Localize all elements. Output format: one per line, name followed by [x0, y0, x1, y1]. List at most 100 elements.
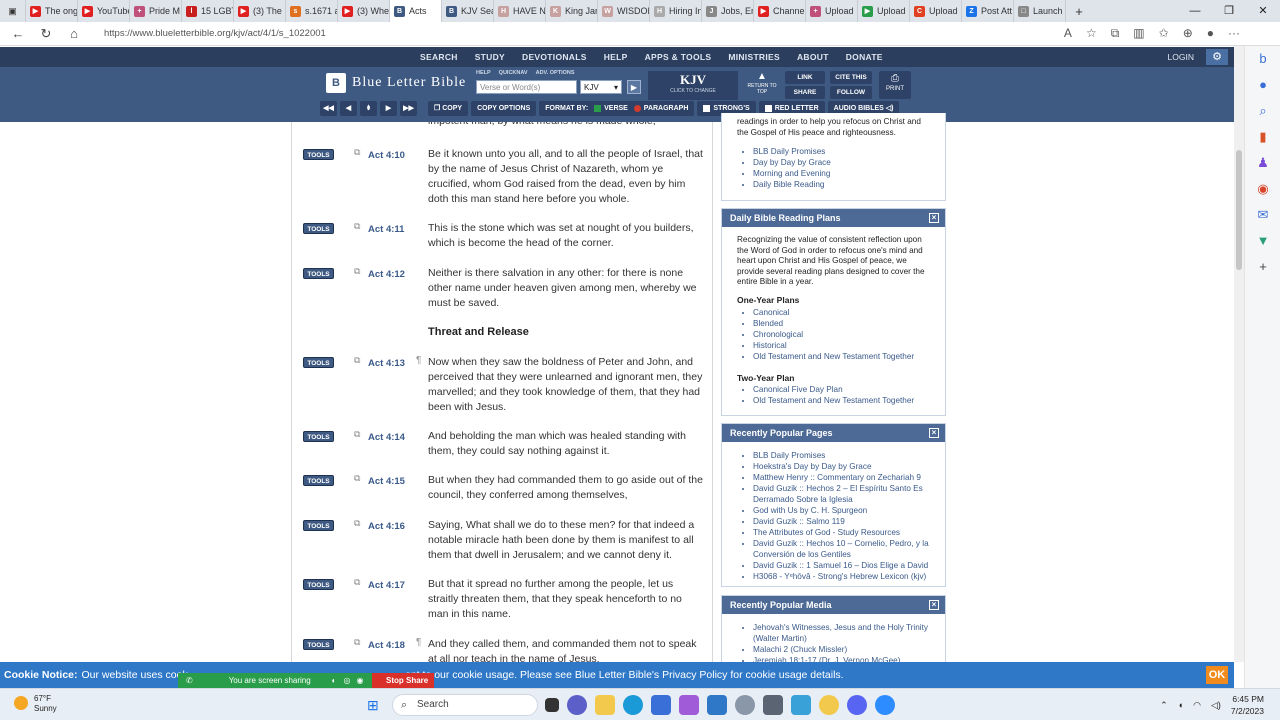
browser-tab[interactable]: ▶ Upload — [858, 0, 910, 22]
more-menu-icon[interactable]: ··· — [1228, 26, 1240, 41]
sidebar-link[interactable]: Malachi 2 (Chuck Missler) — [753, 645, 930, 656]
copy-options-button[interactable]: COPY OPTIONS — [471, 101, 537, 116]
refresh-icon[interactable]: ↻ — [32, 26, 60, 42]
browser-tab[interactable]: + Upload — [806, 0, 858, 22]
browser-tab[interactable]: ▶ (3) Whe — [338, 0, 390, 22]
split-screen-icon[interactable]: ▥ — [1133, 26, 1144, 41]
verse-reference[interactable]: Act 4:11 — [368, 224, 404, 235]
zoom-icon[interactable] — [875, 695, 895, 715]
print-button[interactable]: ⎙ PRINT — [879, 71, 911, 99]
browser-tab[interactable]: + Pride M — [130, 0, 182, 22]
browser-tab[interactable]: l 15 LGBT — [182, 0, 234, 22]
verse-tools-button[interactable]: TOOLS — [303, 475, 334, 486]
topnav-item[interactable]: DEVOTIONALS — [522, 52, 587, 62]
shield-icon[interactable]: ◉ — [357, 676, 364, 685]
browser-tab[interactable]: ▶ Channel — [754, 0, 806, 22]
new-tab-icon[interactable]: + — [1066, 0, 1092, 22]
browser-tab[interactable]: K King Jar — [546, 0, 598, 22]
verse-reference[interactable]: Act 4:13 — [368, 358, 405, 369]
verse-tools-button[interactable]: TOOLS — [303, 639, 334, 650]
clock[interactable]: 6:45 PM 7/2/2023 — [1231, 693, 1264, 717]
windows-start-icon[interactable]: ⊞ — [367, 697, 383, 713]
add-sidebar-icon[interactable]: + — [1245, 254, 1280, 280]
browser-tab[interactable]: W WISDON — [598, 0, 650, 22]
version-select[interactable]: KJV ▾ — [580, 80, 622, 94]
mic-icon[interactable]: ◖ — [331, 676, 336, 685]
browser-tab[interactable]: ▶ (3) The E — [234, 0, 286, 22]
copilot-icon[interactable] — [679, 695, 699, 715]
tools-icon[interactable]: ♟ — [1245, 150, 1280, 176]
copy-verse-icon[interactable]: ⧉ — [354, 355, 360, 366]
stop-share-button[interactable]: Stop Share — [372, 673, 434, 688]
volume-icon[interactable]: ◁) — [1211, 700, 1221, 711]
sidebar-link[interactable]: Chronological — [753, 330, 930, 341]
copy-verse-icon[interactable]: ⧉ — [354, 221, 360, 232]
edge-browser-icon[interactable] — [623, 695, 643, 715]
office-icon[interactable]: ◉ — [1245, 176, 1280, 202]
close-icon[interactable]: × — [929, 600, 939, 610]
favorite-star-icon[interactable]: ☆ — [1086, 26, 1097, 41]
site-logo[interactable]: B Blue Letter Bible — [326, 73, 466, 93]
next-chapter-icon[interactable]: ▶ — [380, 101, 397, 116]
verse-tools-button[interactable]: TOOLS — [303, 223, 334, 234]
verse-tools-button[interactable]: TOOLS — [303, 520, 334, 531]
verse-search-input[interactable]: Verse or Word(s) — [476, 80, 577, 94]
header-mini-link[interactable]: QUICKNAV — [499, 70, 528, 76]
sidebar-link[interactable]: Historical — [753, 341, 930, 352]
settings-gear-icon[interactable]: ⚙ — [1206, 49, 1228, 65]
first-chapter-icon[interactable]: ◀◀ — [320, 101, 337, 116]
url-field[interactable]: https://www.blueletterbible.org/kjv/act/… — [104, 28, 984, 39]
outlook-icon[interactable]: ✉ — [1245, 202, 1280, 228]
tab-actions-icon[interactable]: ▣ — [0, 0, 26, 22]
sidebar-link[interactable]: Canonical Five Day Plan — [753, 385, 930, 396]
sidebar-link[interactable]: Morning and Evening — [753, 169, 930, 180]
calculator-icon[interactable] — [763, 695, 783, 715]
copy-verse-icon[interactable]: ⧉ — [354, 637, 360, 648]
topnav-item[interactable]: HELP — [604, 52, 628, 62]
copy-verse-icon[interactable]: ⧉ — [354, 577, 360, 588]
drop-icon[interactable]: ▼ — [1245, 228, 1280, 254]
login-link[interactable]: LOGIN — [1168, 52, 1194, 62]
sidebar-link[interactable]: Old Testament and New Testament Together — [753, 396, 930, 407]
favorites-icon[interactable]: ✩ — [1159, 26, 1169, 41]
back-icon[interactable]: ← — [4, 26, 32, 41]
shopping-icon[interactable]: ▮ — [1245, 124, 1280, 150]
task-view-icon[interactable] — [545, 698, 559, 712]
extensions-icon[interactable]: ⧉ — [1111, 26, 1120, 41]
maximize-button[interactable]: ❐ — [1212, 0, 1246, 22]
page-scrollbar[interactable] — [1234, 46, 1244, 662]
browser-tab[interactable]: H HAVE N — [494, 0, 546, 22]
sidebar-link[interactable]: Jehovah's Witnesses, Jesus and the Holy … — [753, 623, 930, 644]
copy-verse-icon[interactable]: ⧉ — [354, 147, 360, 158]
cookie-ok-button[interactable]: OK — [1206, 666, 1228, 684]
verse-format-checkbox[interactable] — [594, 104, 602, 112]
chat-icon[interactable] — [567, 695, 587, 715]
file-explorer-icon[interactable] — [595, 695, 615, 715]
sidebar-link[interactable]: Day by Day by Grace — [753, 158, 930, 169]
verse-tools-button[interactable]: TOOLS — [303, 579, 334, 590]
copy-verse-icon[interactable]: ⧉ — [354, 429, 360, 440]
verse-tools-button[interactable]: TOOLS — [303, 431, 334, 442]
mic-tray-icon[interactable]: ◖ — [1178, 700, 1183, 710]
norton-icon[interactable] — [819, 695, 839, 715]
topnav-item[interactable]: APPS & TOOLS — [645, 52, 712, 62]
copy-verse-icon[interactable]: ⧉ — [354, 518, 360, 529]
chapter-list-icon[interactable]: ⇟ — [360, 101, 377, 116]
verse-reference[interactable]: Act 4:12 — [368, 269, 405, 280]
verse-tools-button[interactable]: TOOLS — [303, 357, 334, 368]
bing-icon[interactable]: b — [1245, 46, 1280, 72]
weather-widget[interactable]: 67°F Sunny — [14, 694, 57, 714]
browser-tab[interactable]: B KJV Sea — [442, 0, 494, 22]
store-icon[interactable] — [651, 695, 671, 715]
browser-tab[interactable]: ▶ YouTube — [78, 0, 130, 22]
topnav-item[interactable]: SEARCH — [420, 52, 458, 62]
browser-tab[interactable]: J Jobs, Em — [702, 0, 754, 22]
home-icon[interactable]: ⌂ — [60, 26, 88, 41]
browser-tab[interactable]: ▶ The ong — [26, 0, 78, 22]
settings-icon[interactable] — [735, 695, 755, 715]
grid-app-icon[interactable] — [791, 695, 811, 715]
verse-tools-button[interactable]: TOOLS — [303, 149, 334, 160]
follow-button[interactable]: FOLLOW — [830, 86, 872, 99]
close-icon[interactable]: × — [929, 428, 939, 438]
sidebar-link[interactable]: David Guzik :: Hechos 2 – El Espíritu Sa… — [753, 484, 930, 505]
